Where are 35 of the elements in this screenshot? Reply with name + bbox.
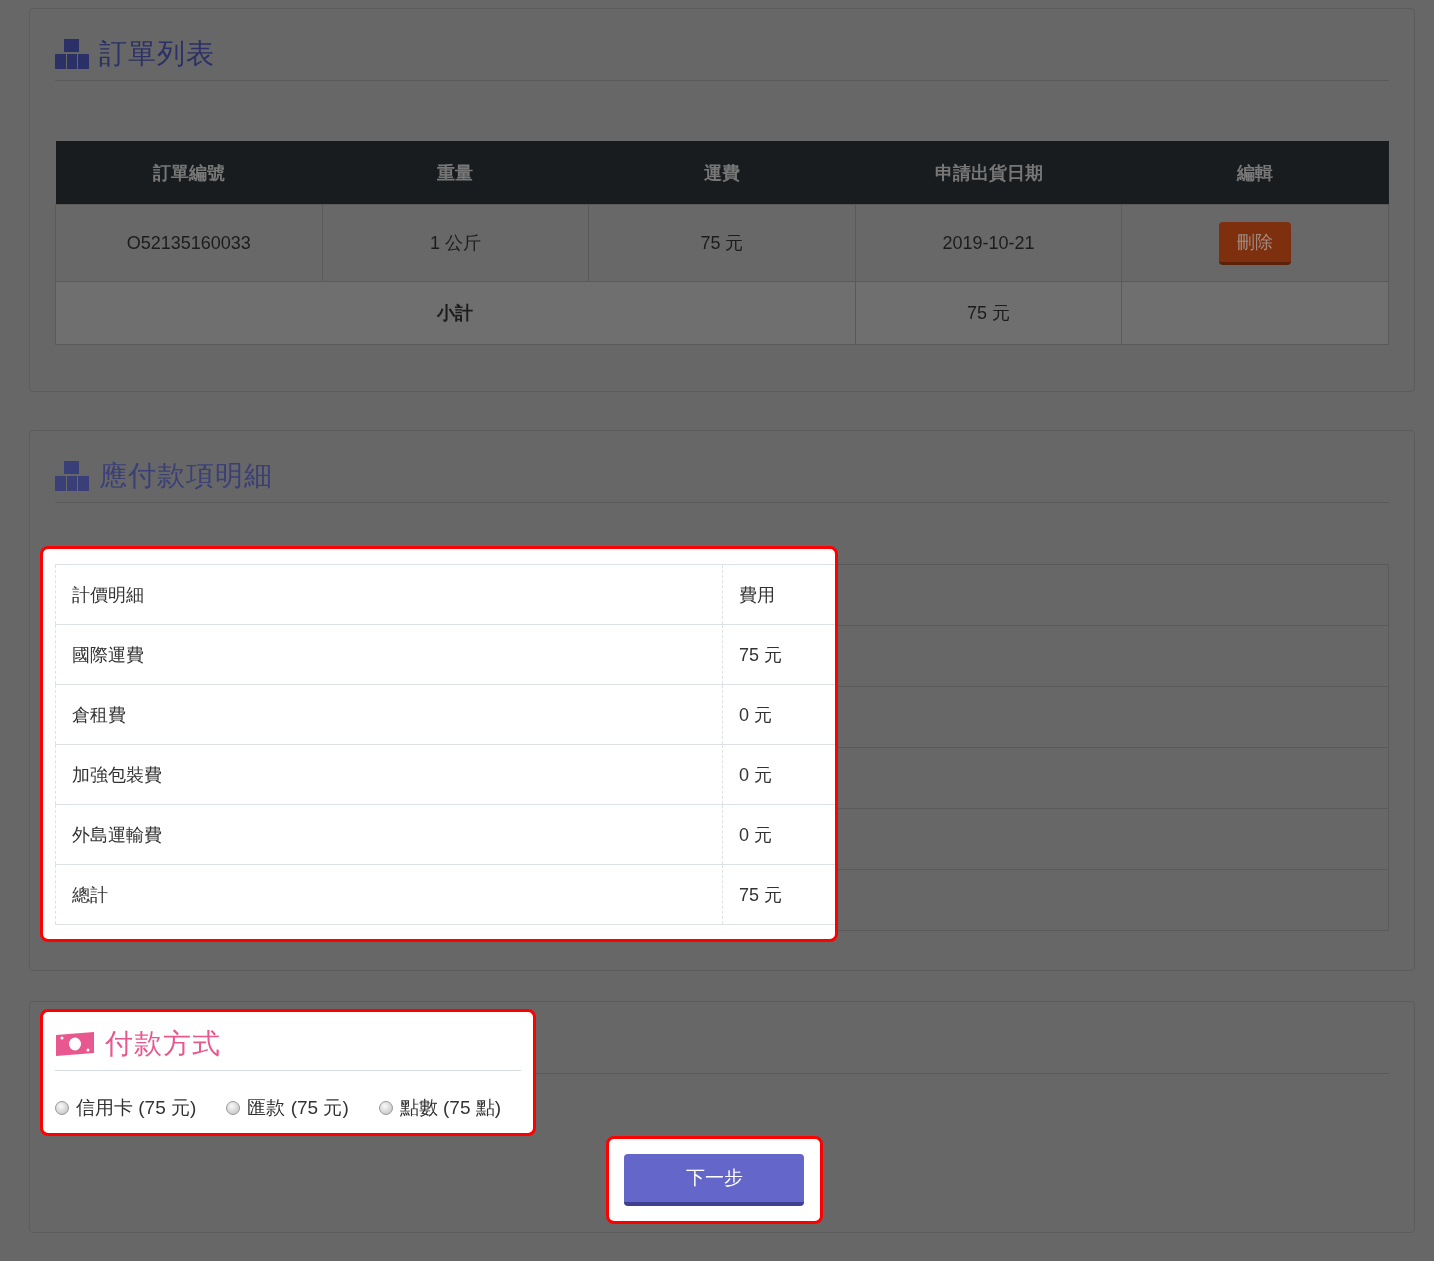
banknote-icon: [55, 1031, 95, 1057]
next-step-button[interactable]: 下一步: [624, 1154, 804, 1206]
fee-amount: 75 元: [722, 624, 835, 685]
fee-amount: 0 元: [722, 804, 835, 865]
payment-option[interactable]: 信用卡 (75 元): [55, 1095, 197, 1121]
column-header: 訂單編號: [55, 141, 323, 205]
fee-amount: 75 元: [722, 864, 835, 925]
table-cell: 75 元: [855, 281, 1122, 345]
column-header: 計價明細: [55, 564, 723, 625]
table-cell: 75 元: [588, 204, 856, 282]
fee-item: 總計: [55, 864, 723, 925]
table-cell: O52135160033: [55, 204, 323, 282]
column-header: 重量: [322, 141, 589, 205]
section-title: 付款方式: [105, 1027, 221, 1061]
fee-item: 倉租費: [55, 684, 723, 745]
column-header: 運費: [588, 141, 856, 205]
boxes-icon: [55, 461, 89, 491]
radio-button[interactable]: [378, 1101, 393, 1115]
column-header: 申請出貨日期: [855, 141, 1122, 205]
table-cell: 1 公斤: [322, 204, 589, 282]
fee-amount: 0 元: [722, 684, 835, 745]
boxes-icon: [55, 39, 89, 69]
column-header: 編輯: [1121, 141, 1389, 205]
fee-item: 外島運輸費: [55, 804, 723, 865]
radio-button[interactable]: [226, 1101, 241, 1115]
column-header: 費用: [722, 564, 835, 625]
subtotal-label: 小計: [55, 281, 856, 345]
fee-item: 國際運費: [55, 624, 723, 685]
payment-option[interactable]: 點數 (75 點): [378, 1095, 502, 1121]
radio-button[interactable]: [55, 1101, 69, 1115]
fee-item: 加強包裝費: [55, 744, 723, 805]
payment-option[interactable]: 匯款 (75 元): [226, 1095, 349, 1121]
fee-amount: 0 元: [722, 744, 835, 805]
section-title: 訂單列表: [99, 37, 215, 71]
table-cell: 2019-10-21: [855, 204, 1122, 282]
